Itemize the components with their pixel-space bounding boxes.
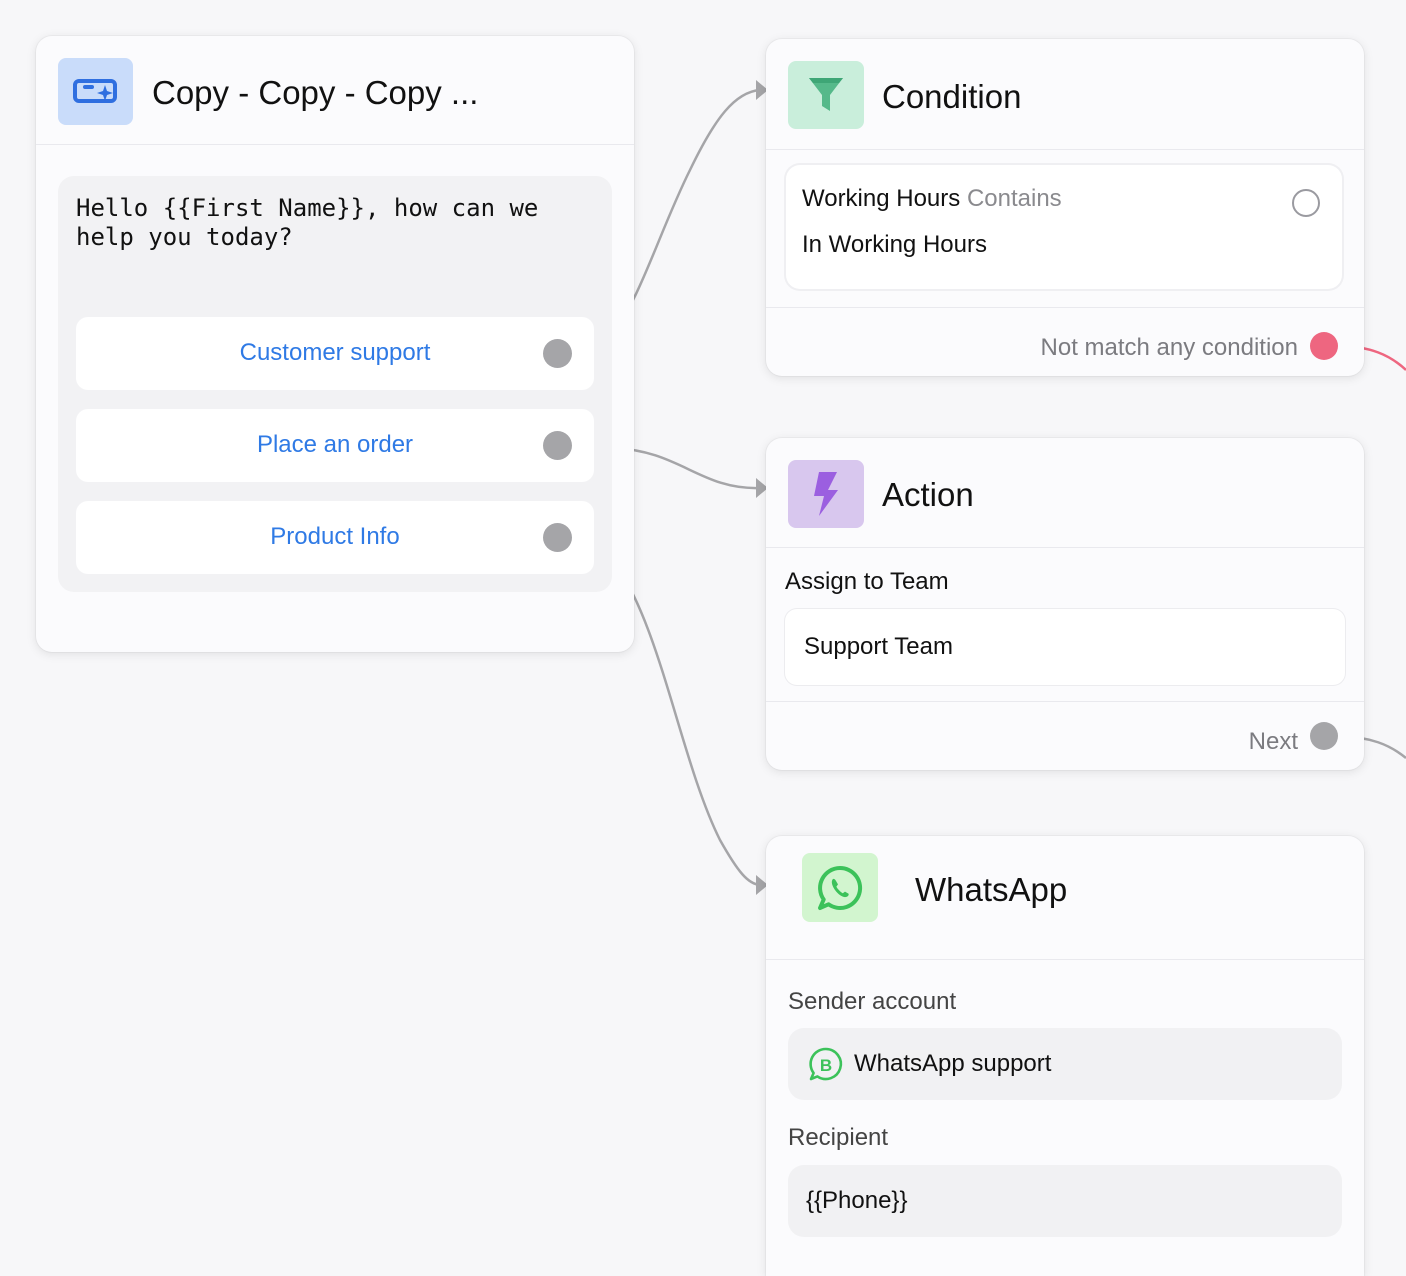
message-node[interactable]: Copy - Copy - Copy ... Hello {{First Nam…	[36, 36, 634, 652]
message-bubble[interactable]: Hello {{First Name}}, how can we help yo…	[58, 176, 612, 592]
whatsapp-node-title: WhatsApp	[915, 871, 1068, 908]
edge-product-info-to-whatsapp	[611, 559, 761, 887]
action-next-handle[interactable]	[1310, 722, 1338, 750]
quick-reply-connector-handle[interactable]	[543, 339, 572, 368]
whatsapp-node-header[interactable]: WhatsApp	[766, 836, 1364, 960]
quick-reply-product-info[interactable]: Product Info	[76, 501, 594, 574]
whatsapp-icon	[802, 853, 878, 922]
action-node[interactable]: Action Assign to Team Support Team Next	[766, 438, 1364, 770]
sender-account-select[interactable]: B WhatsApp support	[788, 1028, 1342, 1100]
recipient-value: {{Phone}}	[806, 1187, 908, 1214]
condition-rule-text: Working Hours Contains	[802, 185, 1062, 213]
flow-canvas[interactable]: Copy - Copy - Copy ... Hello {{First Nam…	[0, 0, 1406, 1276]
sender-account-value: WhatsApp support	[854, 1050, 1052, 1077]
recipient-field[interactable]: {{Phone}}	[788, 1165, 1342, 1237]
quick-reply-connector-handle[interactable]	[543, 431, 572, 460]
condition-fallback-handle[interactable]	[1310, 332, 1338, 360]
condition-branch-handle[interactable]	[1292, 189, 1320, 217]
condition-value: In Working Hours	[802, 231, 987, 258]
action-next-row: Next	[766, 701, 1364, 771]
whatsapp-business-icon: B	[808, 1047, 843, 1081]
message-node-header[interactable]: Copy - Copy - Copy ...	[36, 36, 634, 145]
quick-reply-connector-handle[interactable]	[543, 523, 572, 552]
condition-field: Working Hours	[802, 185, 961, 212]
message-node-title: Copy - Copy - Copy ...	[152, 74, 479, 111]
quick-reply-label: Customer support	[239, 339, 431, 366]
edge-place-order-to-action	[611, 446, 761, 490]
quick-reply-label: Product Info	[270, 523, 400, 550]
action-type-label: Assign to Team	[785, 568, 949, 595]
quick-reply-place-order[interactable]: Place an order	[76, 409, 594, 482]
condition-fallback-row: Not match any condition	[766, 307, 1364, 377]
chat-sparkle-icon	[58, 58, 133, 125]
condition-node[interactable]: Condition Working Hours Contains In Work…	[766, 39, 1364, 376]
action-value-field[interactable]: Support Team	[785, 609, 1345, 685]
condition-fallback-label: Not match any condition	[1040, 334, 1298, 361]
lightning-bolt-icon	[788, 460, 864, 528]
message-text: Hello {{First Name}}, how can we help yo…	[76, 194, 553, 251]
filter-funnel-icon	[788, 61, 864, 129]
whatsapp-node[interactable]: WhatsApp Sender account B WhatsApp suppo…	[766, 836, 1364, 1276]
action-node-title: Action	[882, 476, 974, 513]
condition-node-header[interactable]: Condition	[766, 39, 1364, 150]
sender-account-label: Sender account	[788, 988, 957, 1015]
condition-rule-box[interactable]: Working Hours Contains In Working Hours	[786, 165, 1342, 289]
edge-customer-support-to-condition	[611, 88, 761, 335]
condition-node-title: Condition	[882, 78, 1022, 115]
condition-operator: Contains	[966, 185, 1062, 212]
svg-text:B: B	[820, 1056, 832, 1075]
action-next-label: Next	[1248, 728, 1298, 755]
quick-reply-customer-support[interactable]: Customer support	[76, 317, 594, 390]
recipient-label: Recipient	[788, 1124, 889, 1151]
action-node-header[interactable]: Action	[766, 438, 1364, 548]
action-value-text: Support Team	[804, 633, 953, 660]
quick-reply-label: Place an order	[256, 431, 414, 458]
